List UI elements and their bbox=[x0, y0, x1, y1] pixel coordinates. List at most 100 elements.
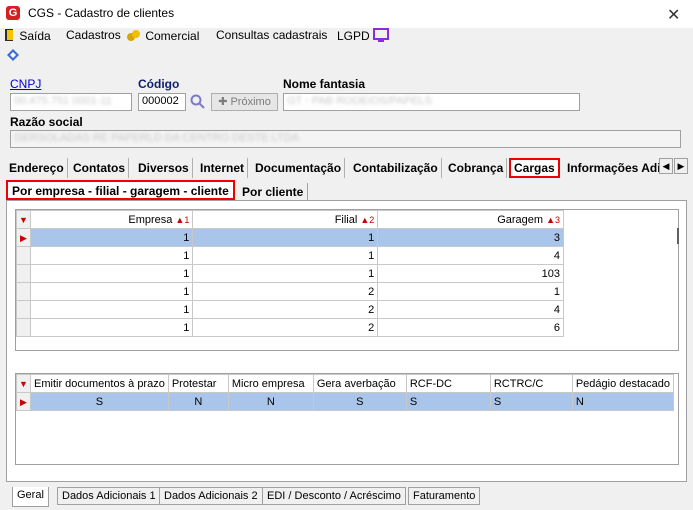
next-button[interactable]: ✚ Próximo bbox=[211, 93, 278, 111]
cell-filial[interactable]: 2 bbox=[192, 300, 379, 319]
cell-garagem[interactable]: 4 bbox=[377, 246, 564, 265]
cell-filial[interactable]: 1 bbox=[192, 246, 379, 265]
nome-fantasia-field[interactable]: GT - PAB RODEIOS/PAPELS bbox=[283, 93, 580, 111]
nome-fantasia-value: GT - PAB RODEIOS/PAPELS bbox=[287, 95, 432, 107]
tab-faturamento[interactable]: Faturamento bbox=[408, 487, 481, 505]
table-cell[interactable]: S bbox=[312, 392, 407, 411]
menu-consultas[interactable]: Consultas cadastrais bbox=[216, 28, 327, 42]
cnpj-field[interactable]: 00.475.751 0001-11 bbox=[10, 93, 132, 111]
cell-filial[interactable]: 1 bbox=[192, 228, 379, 247]
tab-cargas[interactable]: Cargas bbox=[509, 158, 560, 178]
monitor-icon bbox=[373, 28, 390, 45]
row-indicator bbox=[16, 300, 31, 319]
nome-fantasia-label: Nome fantasia bbox=[283, 77, 366, 91]
cell-garagem[interactable]: 3 bbox=[377, 228, 564, 247]
column-header[interactable]: Micro empresa bbox=[227, 374, 314, 393]
cell-empresa[interactable]: 1 bbox=[29, 264, 194, 283]
table-row[interactable]: 1 2 4 bbox=[16, 300, 564, 319]
sort-indicator-icon: ▼ bbox=[19, 378, 28, 389]
column-header-filial[interactable]: Filial ▲2 bbox=[192, 210, 379, 229]
exit-door-icon bbox=[4, 28, 16, 45]
table-row[interactable]: 1 1 103 bbox=[16, 264, 564, 283]
search-icon[interactable] bbox=[190, 94, 206, 113]
cnpj-label[interactable]: CNPJ bbox=[10, 77, 41, 91]
app-logo-icon: G bbox=[6, 6, 20, 20]
column-header[interactable]: Pedágio destacado bbox=[571, 374, 675, 393]
column-header-garagem[interactable]: Garagem ▲3 bbox=[377, 210, 564, 229]
cell-empresa[interactable]: 1 bbox=[29, 282, 194, 301]
tab-dados-adicionais-1[interactable]: Dados Adicionais 1 bbox=[57, 487, 161, 505]
tab-contatos[interactable]: Contatos bbox=[70, 158, 129, 178]
cell-garagem[interactable]: 4 bbox=[377, 300, 564, 319]
table-cell[interactable]: N bbox=[167, 392, 229, 411]
menu-bar: Saída Cadastros Comercial Consultas cada… bbox=[0, 28, 693, 46]
column-header[interactable]: Emitir documentos à prazo bbox=[30, 374, 169, 393]
tab-scroll-left-icon[interactable]: ◀ bbox=[659, 158, 673, 174]
tab-geral[interactable]: Geral bbox=[12, 487, 49, 507]
tab-scroll-right-icon[interactable]: ▶ bbox=[674, 158, 688, 174]
column-header[interactable]: Gera averbação bbox=[312, 374, 407, 393]
row-indicator: ▶ bbox=[16, 228, 31, 247]
menu-label: Cadastros bbox=[66, 28, 121, 42]
tab-dados-adicionais-2[interactable]: Dados Adicionais 2 bbox=[159, 487, 263, 505]
cell-empresa[interactable]: 1 bbox=[29, 246, 194, 265]
column-label: Garagem bbox=[497, 213, 544, 226]
grid-cargas: ▼ Empresa ▲1 Filial ▲2 Garagem ▲3 ▶ 1 1 3 1… bbox=[16, 210, 564, 337]
table-row[interactable]: ▶ 1 1 3 bbox=[16, 228, 564, 247]
column-header-empresa[interactable]: Empresa ▲1 bbox=[29, 210, 194, 229]
table-cell[interactable]: S bbox=[30, 392, 169, 411]
table-row[interactable]: ▶ S N N S S S N bbox=[16, 392, 675, 411]
column-header[interactable]: Protestar bbox=[167, 374, 229, 393]
tab-contabilizacao[interactable]: Contabilização bbox=[350, 158, 442, 178]
sort-order-icon: ▲1 bbox=[175, 214, 190, 225]
cell-garagem[interactable]: 103 bbox=[377, 264, 564, 283]
grid-opcoes: ▼ Emitir documentos à prazo Protestar Mi… bbox=[16, 374, 675, 411]
cell-filial[interactable]: 2 bbox=[192, 318, 379, 337]
row-indicator bbox=[16, 246, 31, 265]
menu-saida[interactable]: Saída bbox=[4, 28, 51, 45]
tab-documentacao[interactable]: Documentação bbox=[252, 158, 346, 178]
next-button-label: Próximo bbox=[230, 96, 271, 108]
subtab-por-empresa[interactable]: Por empresa - filial - garagem - cliente bbox=[6, 180, 235, 200]
cell-garagem[interactable]: 1 bbox=[377, 282, 564, 301]
column-header[interactable]: RCF-DC bbox=[405, 374, 491, 393]
table-cell[interactable]: S bbox=[489, 392, 573, 411]
table-cell[interactable]: N bbox=[571, 392, 675, 411]
cell-empresa[interactable]: 1 bbox=[29, 228, 194, 247]
table-row[interactable]: 1 2 1 bbox=[16, 282, 564, 301]
codigo-field[interactable]: 000002 bbox=[138, 93, 186, 111]
menu-comercial[interactable]: Comercial bbox=[126, 28, 199, 45]
cell-empresa[interactable]: 1 bbox=[29, 300, 194, 319]
menu-cadastros[interactable]: Cadastros bbox=[66, 28, 121, 42]
row-indicator bbox=[16, 264, 31, 283]
cell-filial[interactable]: 1 bbox=[192, 264, 379, 283]
window-title: CGS - Cadastro de clientes bbox=[28, 6, 175, 20]
vertical-scrollbar-thumb[interactable] bbox=[677, 228, 679, 244]
menu-lgpd[interactable]: LGPD bbox=[337, 28, 390, 45]
tab-endereco[interactable]: Endereço bbox=[6, 158, 68, 178]
coins-icon bbox=[126, 28, 142, 45]
close-icon[interactable]: ✕ bbox=[667, 5, 680, 25]
column-header[interactable]: RCTRC/C bbox=[489, 374, 573, 393]
table-cell[interactable]: N bbox=[227, 392, 314, 411]
cell-filial[interactable]: 2 bbox=[192, 282, 379, 301]
tab-diversos[interactable]: Diversos bbox=[135, 158, 193, 178]
cell-empresa[interactable]: 1 bbox=[29, 318, 194, 337]
sort-order-icon: ▲2 bbox=[360, 214, 375, 225]
column-label: Filial bbox=[334, 213, 358, 226]
cargas-panel: ▼ Empresa ▲1 Filial ▲2 Garagem ▲3 ▶ 1 1 3 1… bbox=[6, 200, 687, 482]
sort-order: 3 bbox=[554, 214, 560, 225]
razao-social-field[interactable]: GERSOLADAS RE PAPERLD DA CENTRO DESTE LT… bbox=[10, 130, 681, 148]
table-cell[interactable]: S bbox=[405, 392, 491, 411]
tab-informacoes-adicionais[interactable]: Informações Adi bbox=[564, 158, 659, 178]
razao-social-label: Razão social bbox=[10, 115, 83, 129]
tab-internet[interactable]: Internet bbox=[197, 158, 249, 178]
menu-label: LGPD bbox=[337, 29, 370, 43]
refresh-icon[interactable] bbox=[6, 48, 20, 65]
tab-edi-desconto-acrescimo[interactable]: EDI / Desconto / Acréscimo bbox=[262, 487, 406, 505]
tab-cobranca[interactable]: Cobrança bbox=[445, 158, 508, 178]
table-row[interactable]: 1 1 4 bbox=[16, 246, 564, 265]
cell-garagem[interactable]: 6 bbox=[377, 318, 564, 337]
table-row[interactable]: 1 2 6 bbox=[16, 318, 564, 337]
current-row-icon: ▶ bbox=[20, 396, 27, 407]
